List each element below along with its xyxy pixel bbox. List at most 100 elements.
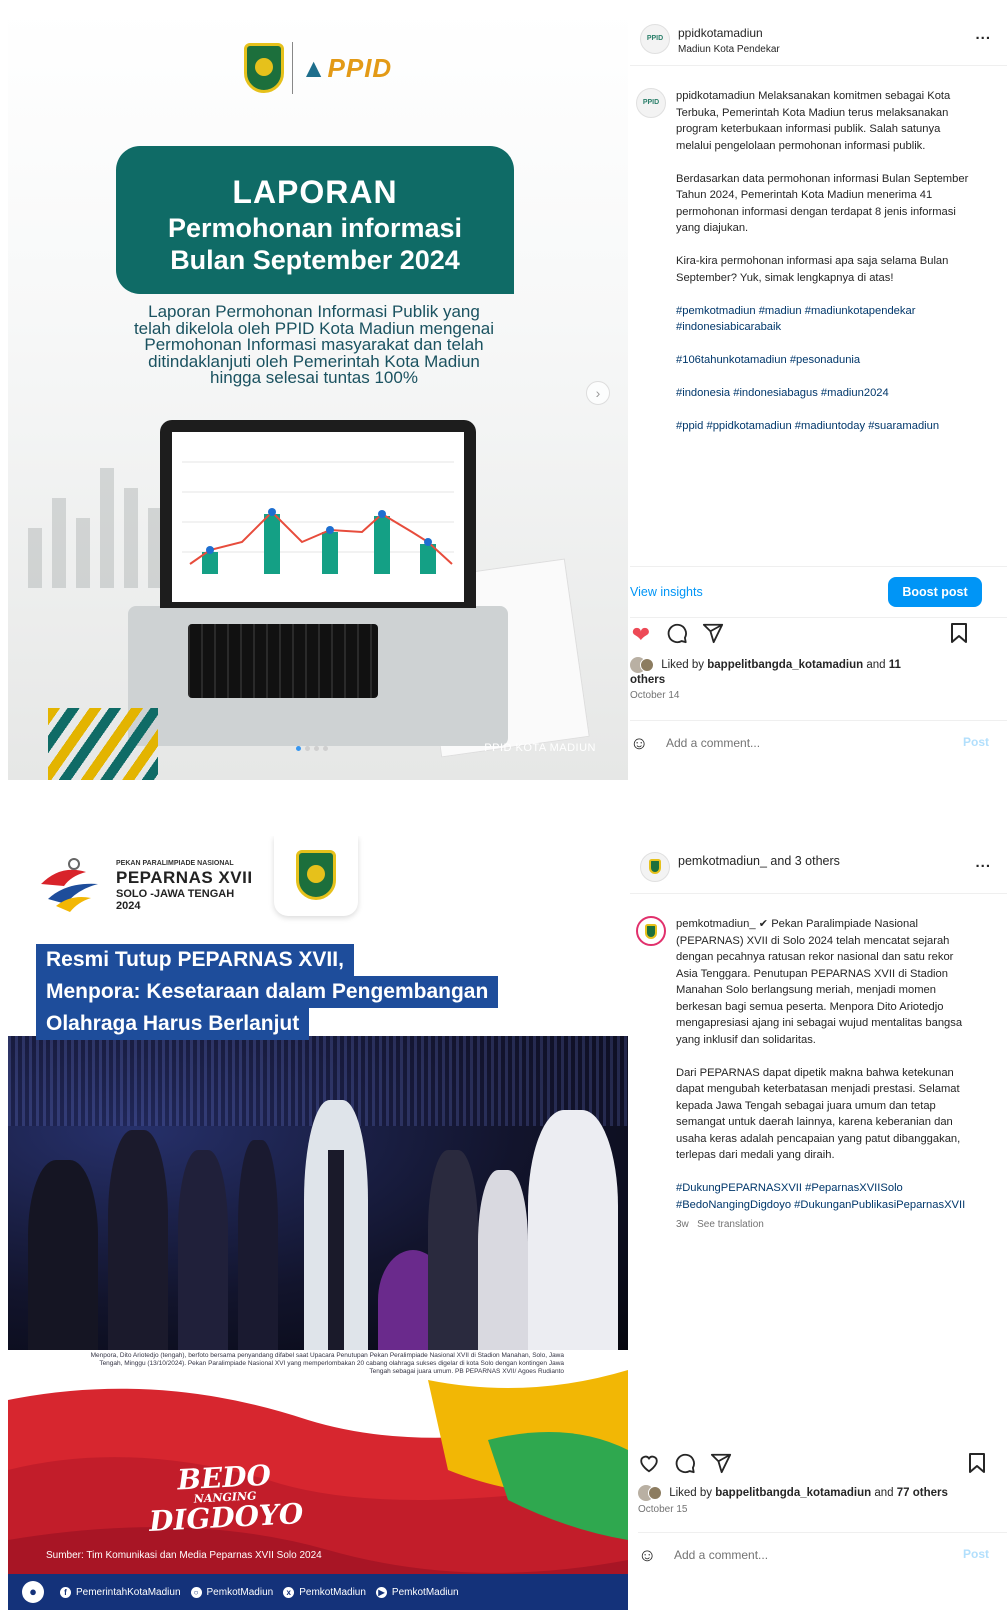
username-link[interactable]: ppidkotamadiun <box>678 26 763 40</box>
post-date[interactable]: October 14 <box>630 690 679 701</box>
source-credit: Sumber: Tim Komunikasi dan Media Peparna… <box>46 1550 322 1561</box>
caption-paragraph: ppidkotamadiun Melaksanakan komitmen seb… <box>676 90 951 152</box>
event-header: PEKAN PARALIMPIADE NASIONAL PEPARNAS XVI… <box>8 836 628 936</box>
avatar[interactable] <box>640 852 670 882</box>
hashtags[interactable]: #pemkotmadiun #madiun #madiunkotapendeka… <box>676 303 976 336</box>
liked-by-text: Liked by bappelitbangda_kotamadiun and 7… <box>638 1485 1007 1501</box>
hashtags[interactable]: #DukungPEPARNASXVII #PeparnasXVIISolo #B… <box>676 1180 966 1213</box>
person-silhouette <box>28 1160 98 1350</box>
carousel-next-button[interactable]: › <box>586 381 610 405</box>
comment-icon[interactable] <box>672 1452 698 1478</box>
action-bar <box>630 1448 1007 1484</box>
comment-row: ☺ Post <box>638 1532 1007 1576</box>
send-icon[interactable] <box>708 1452 734 1478</box>
caption-meta: 3w See translation <box>676 1219 966 1230</box>
kota-madiun-crest-icon <box>243 43 284 93</box>
person-silhouette <box>178 1150 228 1350</box>
report-title-line2: Permohonan informasi <box>167 213 463 243</box>
kota-madiun-crest-icon <box>296 850 336 900</box>
post-header: pemkotmadiun_ and 3 others ... <box>630 828 1007 894</box>
bedo-nanging-digdoyo-logo: BEDO NANGING DIGDOYO <box>148 1458 305 1538</box>
location-link[interactable]: Madiun Kota Pendekar <box>678 44 780 55</box>
laptop-base-illustration <box>128 606 508 746</box>
instagram-icon: ○ <box>190 1586 202 1598</box>
facebook-icon: f <box>60 1586 71 1598</box>
emoji-icon[interactable]: ☺ <box>638 1545 656 1566</box>
post-comment-button[interactable]: Post <box>963 1547 989 1561</box>
post-comment-button[interactable]: Post <box>963 735 989 749</box>
caption-paragraph: Kira-kira permohonan informasi apa saja … <box>676 255 949 284</box>
hashtags[interactable]: #106tahunkotamadiun #pesonadunia <box>676 352 976 369</box>
event-location: SOLO -JAWA TENGAH 2024 <box>116 888 235 912</box>
chevron-right-icon: › <box>595 385 601 401</box>
report-subtitle: Laporan Permohonan Informasi Publik yang… <box>133 302 495 387</box>
post-header: PPID ppidkotamadiun Madiun Kota Pendekar… <box>630 0 1007 66</box>
comment-input[interactable] <box>674 1544 944 1566</box>
send-icon[interactable] <box>700 622 726 648</box>
stripes-decoration <box>48 708 158 780</box>
insights-bar: View insights Boost post <box>630 566 1007 618</box>
carousel-dot-active <box>296 746 301 751</box>
crest-icon <box>649 859 661 874</box>
view-insights-link[interactable]: View insights <box>630 585 703 599</box>
heart-icon[interactable]: ❤ <box>628 622 654 648</box>
profile-icon[interactable]: ● <box>22 1581 44 1603</box>
report-title: LAPORAN <box>232 174 398 210</box>
media-footer-label: PPID KOTA MADIUN <box>484 742 596 754</box>
caption-text: pemkotmadiun_ ✔ Pekan Paralimpiade Nasio… <box>676 916 966 1230</box>
caption-paragraph: Berdasarkan data permohonan informasi Bu… <box>676 172 969 235</box>
comment-icon[interactable] <box>664 622 690 648</box>
more-options-icon[interactable]: ... <box>975 26 991 43</box>
instagram-handle: ○ PemkotMadiun <box>190 1586 273 1598</box>
emoji-icon[interactable]: ☺ <box>630 733 648 754</box>
caption-paragraph: pemkotmadiun_ ✔ Pekan Paralimpiade Nasio… <box>676 918 963 1046</box>
caption-avatar[interactable]: PPID <box>636 88 666 118</box>
liker-avatar <box>640 658 654 672</box>
avatar[interactable]: PPID <box>640 24 670 54</box>
username-link[interactable]: pemkotmadiun_ and 3 others <box>678 854 840 868</box>
report-title-box: LAPORAN Permohonan informasi Bulan Septe… <box>116 146 514 294</box>
hashtags[interactable]: #indonesia #indonesiabagus #madiun2024 <box>676 385 976 402</box>
liker-username-link[interactable]: bappelitbangda_kotamadiun <box>707 659 863 671</box>
person-silhouette <box>238 1140 278 1350</box>
crest-card <box>274 836 358 916</box>
person-silhouette <box>328 1150 344 1350</box>
youtube-handle: ▶ PemkotMadiun <box>375 1586 459 1598</box>
twitter-icon: x <box>283 1586 295 1598</box>
post-1: ▲PPID LAPORAN Permohonan informasi Bulan… <box>0 0 1007 780</box>
headline: Resmi Tutup PEPARNAS XVII, Menpora: Kese… <box>36 944 606 1040</box>
event-label-small: PEKAN PARALIMPIADE NASIONAL <box>116 860 234 867</box>
carousel-dots <box>296 746 328 751</box>
hashtags[interactable]: #ppid #ppidkotamadiun #madiuntoday #suar… <box>676 418 976 435</box>
post-date[interactable]: October 15 <box>638 1504 687 1515</box>
facebook-handle: f PemerintahKotaMadiun <box>60 1586 181 1598</box>
bookmark-icon[interactable] <box>946 622 972 648</box>
carousel-dot <box>323 746 328 751</box>
laptop-illustration <box>160 420 476 608</box>
liked-others-link[interactable]: 77 others <box>897 1487 948 1499</box>
laptop-screen-chart-illustration <box>172 432 464 602</box>
crest-icon <box>645 924 657 939</box>
screen-chart-svg <box>182 461 454 574</box>
heart-icon[interactable] <box>636 1452 662 1478</box>
logo-divider <box>291 42 293 94</box>
action-bar: ❤ <box>630 618 1007 654</box>
comment-row: ☺ Post <box>630 720 1007 764</box>
person-silhouette <box>428 1150 478 1350</box>
post-1-media[interactable]: ▲PPID LAPORAN Permohonan informasi Bulan… <box>8 8 628 780</box>
comment-input[interactable] <box>666 732 936 754</box>
twitter-handle: x PemkotMadiun <box>283 1586 366 1598</box>
social-media-bar: ● f PemerintahKotaMadiun ○ PemkotMadiun xP… <box>8 1574 628 1610</box>
person-silhouette <box>478 1170 528 1350</box>
bookmark-icon[interactable] <box>964 1452 990 1478</box>
liker-username-link[interactable]: bappelitbangda_kotamadiun <box>715 1487 871 1499</box>
caption-avatar[interactable] <box>636 916 666 946</box>
see-translation-link[interactable]: See translation <box>697 1219 764 1230</box>
carousel-dot <box>314 746 319 751</box>
boost-post-button[interactable]: Boost post <box>888 577 982 607</box>
post-2-media[interactable]: PEKAN PARALIMPIADE NASIONAL PEPARNAS XVI… <box>8 836 628 1610</box>
person-silhouette <box>108 1130 168 1350</box>
liker-avatar <box>648 1486 662 1500</box>
more-options-icon[interactable]: ... <box>975 854 991 871</box>
event-name: PEPARNAS XVII <box>116 868 253 887</box>
